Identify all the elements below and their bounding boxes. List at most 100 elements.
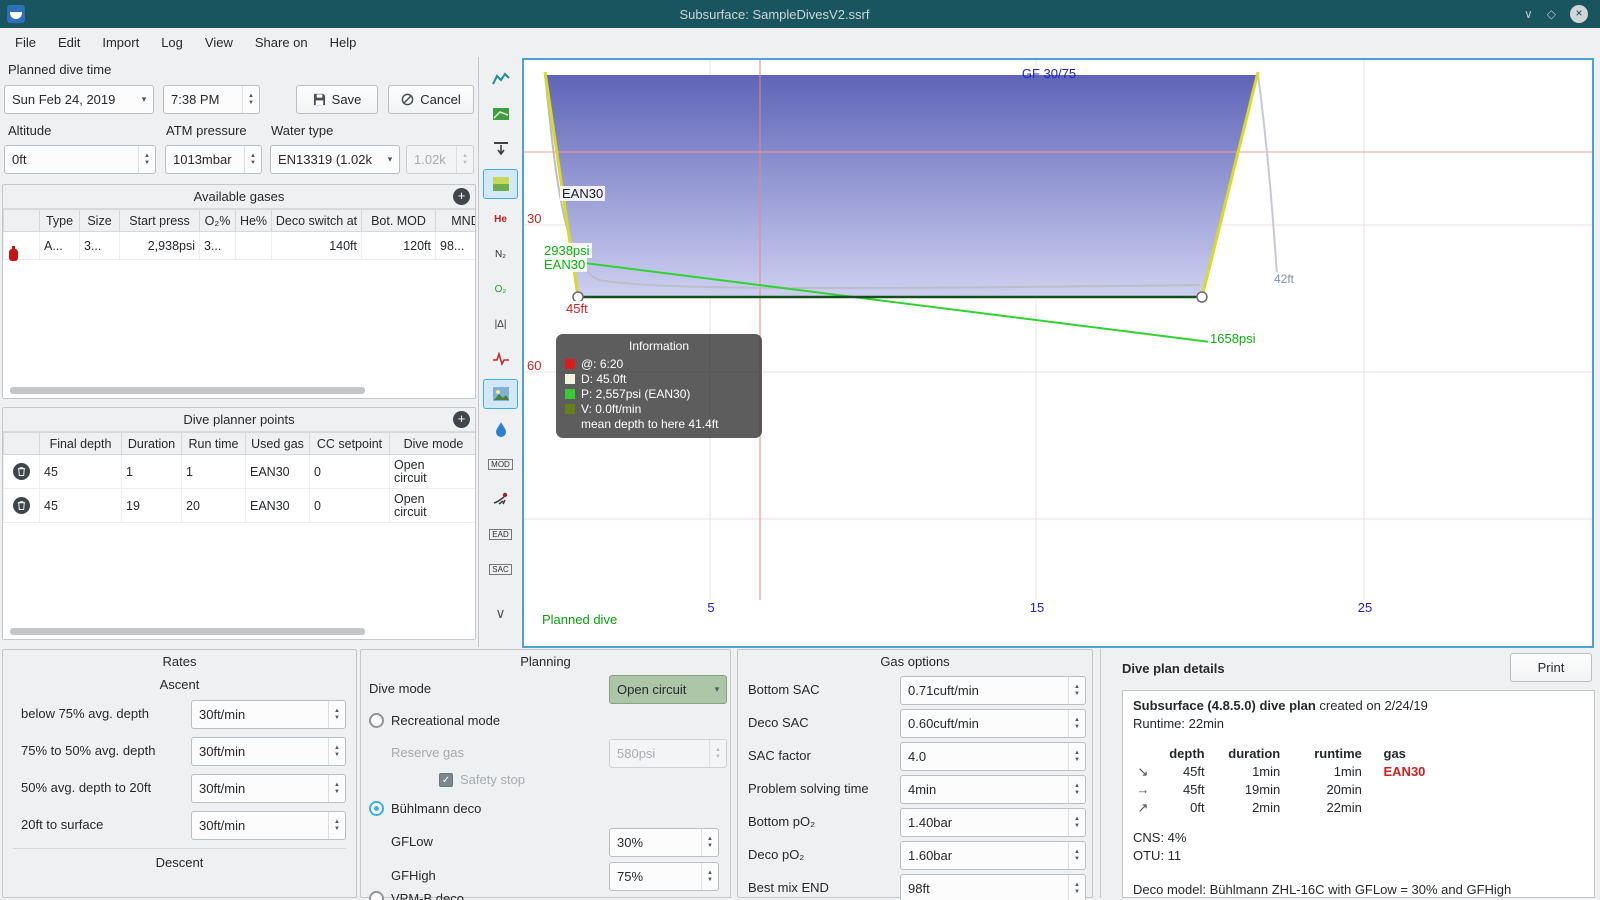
salinity-value: 1.02k [414, 152, 446, 167]
minimize-icon[interactable]: ∨ [1524, 5, 1533, 23]
spin-arrows-icon[interactable]: ▲ ▼ [1068, 710, 1085, 737]
menu-log[interactable]: Log [150, 31, 194, 54]
gflow-spinbox[interactable]: 30% ▲ ▼ [609, 828, 719, 857]
rate-row-spinbox[interactable]: 30ft/min ▲ ▼ [191, 774, 346, 803]
rate-row-spinbox[interactable]: 30ft/min ▲ ▼ [191, 700, 346, 729]
recreational-mode-radio[interactable] [369, 713, 384, 728]
gas-row[interactable]: A... 3... 2,938psi 3... 140ft 120ft 98..… [3, 231, 475, 260]
dive-mode-combobox[interactable]: Open circuit ▾ [609, 675, 727, 704]
details-splitter[interactable] [1100, 649, 1101, 898]
spin-arrows-icon[interactable]: ▲ ▼ [138, 146, 155, 173]
points-hscrollbar[interactable] [10, 628, 365, 635]
atm-pressure-label: ATM pressure [166, 123, 247, 138]
profile-infobox[interactable]: Information @: 6:20 D: 45.0ft P: 2,557ps… [556, 334, 762, 438]
spin-arrows-icon[interactable]: ▲ ▼ [328, 701, 345, 728]
print-button[interactable]: Print [1510, 653, 1592, 682]
spin-arrows-icon[interactable]: ▲ ▼ [1068, 743, 1085, 770]
cancel-label: Cancel [420, 92, 461, 107]
spin-arrows-icon[interactable]: ▲ ▼ [701, 829, 718, 856]
water-type-combobox[interactable]: EN13319 (1.02k ▾ [270, 145, 400, 174]
chevron-down-icon: ▾ [141, 94, 147, 104]
he-partial-pressure-icon[interactable]: He [483, 204, 518, 234]
spin-arrows-icon[interactable]: ▲ ▼ [328, 738, 345, 765]
spin-arrows-icon[interactable]: ▲ ▼ [1068, 677, 1085, 704]
panel-splitter[interactable] [478, 57, 479, 647]
spin-arrows-icon[interactable]: ▲ ▼ [1068, 809, 1085, 836]
planner-point-row[interactable]: 45 1 1 EAN30 0 Open circuit [3, 454, 475, 489]
spin-arrows-icon[interactable]: ▲ ▼ [1068, 842, 1085, 869]
menu-import[interactable]: Import [91, 31, 150, 54]
spin-arrows-icon[interactable]: ▲ ▼ [242, 86, 259, 113]
n2-partial-pressure-icon[interactable]: N₂ [483, 239, 518, 269]
dive-mode-label: Dive mode [369, 681, 432, 696]
buhlmann-deco-radio[interactable] [369, 801, 384, 816]
atm-pressure-spinbox[interactable]: 1013mbar ▲ ▼ [165, 145, 262, 174]
maximize-icon[interactable]: ◇ [1547, 5, 1556, 23]
mean-depth-icon[interactable]: |Δ| [483, 309, 518, 339]
salinity-icon[interactable] [483, 414, 518, 444]
add-cylinder-button[interactable]: + [453, 188, 470, 205]
deco-sac-spinbox[interactable]: 0.60cuft/min ▲ ▼ [900, 709, 1086, 738]
best-mix-end-spinbox[interactable]: 98ft ▲ ▼ [900, 874, 1086, 900]
po2-graph-icon[interactable] [483, 64, 518, 94]
mod-icon[interactable]: MOD [483, 449, 518, 479]
menu-view[interactable]: View [194, 31, 244, 54]
sac-factor-spinbox[interactable]: 4.0 ▲ ▼ [900, 742, 1086, 771]
gas-option-label: Deco pO₂ [748, 847, 805, 862]
gfhigh-spinbox[interactable]: 75% ▲ ▼ [609, 862, 719, 891]
cancel-button[interactable]: Cancel [388, 85, 474, 114]
calc-ceiling-3m-icon[interactable] [483, 169, 518, 199]
heartrate-icon[interactable] [483, 344, 518, 374]
menu-help[interactable]: Help [319, 31, 368, 54]
ceiling-icon[interactable] [483, 134, 518, 164]
menu-file[interactable]: File [4, 31, 47, 54]
spin-arrows-icon[interactable]: ▲ ▼ [328, 775, 345, 802]
sac-icon[interactable]: SAC [483, 554, 518, 584]
dive-date-combobox[interactable]: Sun Feb 24, 2019 ▾ [4, 85, 154, 114]
infobox-row: P: 2,557psi (EAN30) [565, 386, 753, 401]
menu-share-on[interactable]: Share on [244, 31, 319, 54]
delete-point-icon[interactable] [13, 463, 30, 480]
deco-po2-spinbox[interactable]: 1.60bar ▲ ▼ [900, 841, 1086, 870]
close-icon[interactable]: × [1570, 5, 1588, 23]
vpmb-deco-radio[interactable] [369, 891, 384, 900]
bottom-sac-spinbox[interactable]: 0.71cuft/min ▲ ▼ [900, 676, 1086, 705]
dive-time-spinbox[interactable]: 7:38 PM ▲ ▼ [163, 85, 260, 114]
rate-row-spinbox[interactable]: 30ft/min ▲ ▼ [191, 811, 346, 840]
gfhigh-label: GFHigh [391, 868, 436, 883]
delete-point-icon[interactable] [13, 497, 30, 514]
toolbar-scroll-down-icon[interactable]: ∨ [483, 598, 518, 628]
spin-arrows-icon[interactable]: ▲ ▼ [244, 146, 261, 173]
plan-segment-row: → 45ft 19min 20min [1133, 781, 1584, 799]
safety-stop-checkbox[interactable]: ✓ [439, 773, 453, 787]
titlebar: Subsurface: SampleDivesV2.ssrf ∨ ◇ × [0, 0, 1600, 28]
bottom-po2-spinbox[interactable]: 1.40bar ▲ ▼ [900, 808, 1086, 837]
spin-arrows-icon[interactable]: ▲ ▼ [328, 812, 345, 839]
info-box-icon[interactable] [483, 379, 518, 409]
add-point-button[interactable]: + [453, 411, 470, 428]
o2-partial-pressure-icon[interactable]: O₂ [483, 274, 518, 304]
rate-row-spinbox[interactable]: 30ft/min ▲ ▼ [191, 737, 346, 766]
spin-arrows-icon[interactable]: ▲ ▼ [701, 863, 718, 890]
ascend-arrow-icon: ↗ [1137, 800, 1149, 815]
gas-option-label: SAC factor [748, 748, 811, 763]
save-button[interactable]: Save [296, 85, 378, 114]
profile-handle-right[interactable] [1196, 291, 1208, 303]
salinity-spinbox: 1.02k ▲ ▼ [406, 145, 474, 174]
cancel-icon [401, 93, 414, 106]
pn2-graph-icon[interactable] [483, 99, 518, 129]
altitude-spinbox[interactable]: 0ft ▲ ▼ [4, 145, 156, 174]
diver-icon[interactable] [483, 484, 518, 514]
gflow-label: GFLow [391, 834, 433, 849]
start-gas-label: EAN30 [542, 257, 588, 272]
planner-point-row[interactable]: 45 19 20 EAN30 0 Open circuit [3, 488, 475, 523]
spin-arrows-icon[interactable]: ▲ ▼ [1068, 776, 1085, 803]
gases-hscrollbar[interactable] [10, 387, 365, 394]
dive-profile-canvas[interactable]: GF 30/75 30 60 5 15 25 Planned dive EAN3… [522, 58, 1594, 648]
planner-points-table[interactable]: Final depth Duration Run time Used gas C… [3, 432, 475, 523]
ead-icon[interactable]: EAD [483, 519, 518, 549]
problem-solving-time-spinbox[interactable]: 4min ▲ ▼ [900, 775, 1086, 804]
menu-edit[interactable]: Edit [47, 31, 91, 54]
spin-arrows-icon[interactable]: ▲ ▼ [1068, 875, 1085, 900]
available-gases-table[interactable]: Type Size Start press O₂% He% Deco switc… [3, 209, 475, 260]
